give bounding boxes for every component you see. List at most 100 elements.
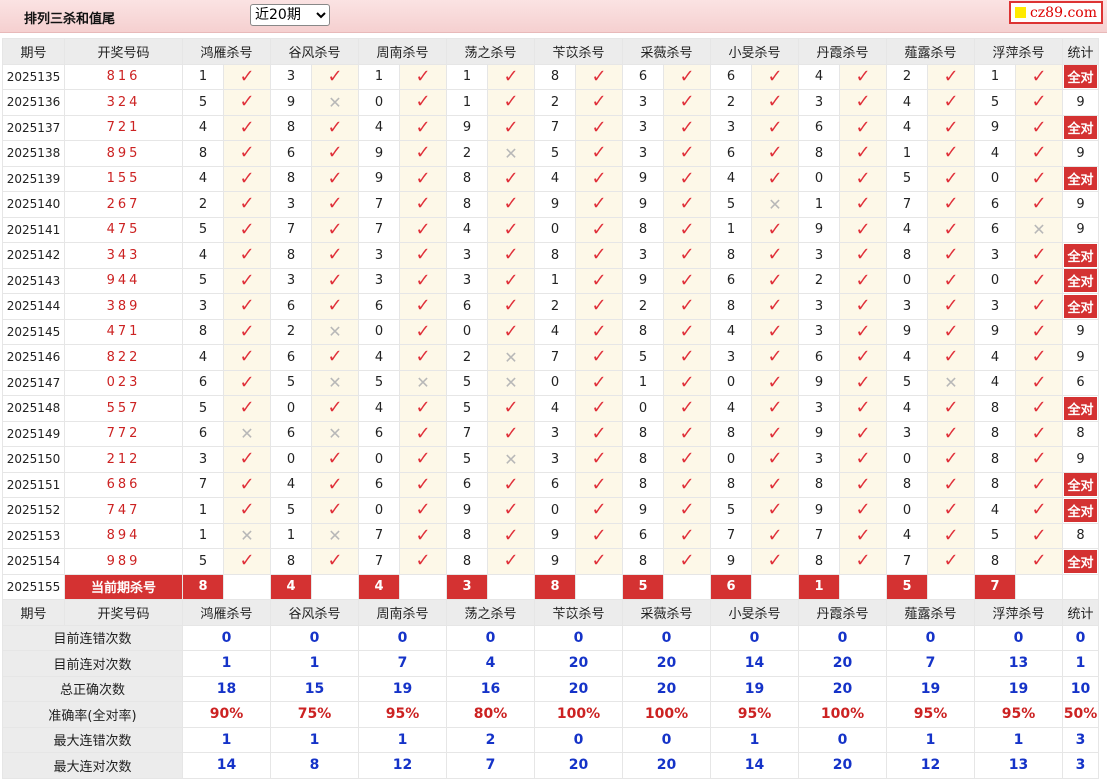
kill-number: 0 <box>886 267 928 294</box>
check-icon: ✓ <box>767 524 783 546</box>
stats-value: 16 <box>446 675 535 702</box>
check-icon: ✓ <box>767 448 783 470</box>
check-icon: ✓ <box>415 448 431 470</box>
correct-count: 6 <box>1076 375 1085 391</box>
stats-value: 100% <box>622 701 711 728</box>
check-icon: ✓ <box>1031 524 1047 546</box>
kill-number: 3 <box>446 267 488 294</box>
kill-number: 4 <box>446 216 488 243</box>
check-icon: ✓ <box>855 422 871 444</box>
draw-number: 944 <box>64 267 183 294</box>
draw-number: 772 <box>64 420 183 447</box>
check-icon: ✓ <box>855 320 871 342</box>
correct-mark: ✓ <box>663 522 711 549</box>
correct-mark: ✓ <box>1015 318 1063 345</box>
correct-mark: ✓ <box>487 471 535 498</box>
table-row: 2025142 343 4 ✓ 8 ✓ 3 ✓ 3 ✓ 8 ✓ 3 ✓ 8 ✓ 3 ✓ 8 ✓ 3 ✓ 全对 <box>2 242 1099 269</box>
check-icon: ✓ <box>415 295 431 317</box>
kill-number: 6 <box>622 63 664 90</box>
check-icon: ✓ <box>239 91 255 113</box>
issue-number: 2025149 <box>2 420 65 447</box>
correct-mark: ✓ <box>487 114 535 141</box>
table-row: 2025143 944 5 ✓ 3 ✓ 3 ✓ 3 ✓ 1 ✓ 9 ✓ 6 ✓ 2 ✓ 0 ✓ 0 ✓ 全对 <box>2 267 1099 294</box>
correct-mark: ✓ <box>751 395 799 422</box>
correct-mark: ✓ <box>311 216 359 243</box>
correct-mark: ✓ <box>487 63 535 90</box>
correct-mark: ✓ <box>1015 548 1063 575</box>
empty-cell <box>223 573 271 600</box>
stats-value: 1 <box>270 726 359 753</box>
check-icon: ✓ <box>591 295 607 317</box>
kill-number: 2 <box>710 89 752 116</box>
check-icon: ✓ <box>415 550 431 572</box>
correct-mark: ✓ <box>575 497 623 524</box>
correct-mark: ✓ <box>839 165 887 192</box>
column-header: 苄苡杀号 <box>534 599 623 626</box>
kill-number: 3 <box>710 114 752 141</box>
kill-number: 0 <box>446 318 488 345</box>
correct-mark: ✓ <box>663 548 711 575</box>
check-icon: ✓ <box>591 397 607 419</box>
check-icon: ✓ <box>679 91 695 113</box>
check-icon: ✓ <box>767 397 783 419</box>
kill-number: 0 <box>886 497 928 524</box>
correct-mark: ✓ <box>663 191 711 218</box>
stats-value: 0 <box>534 726 623 753</box>
check-icon: ✓ <box>591 269 607 291</box>
draw-number: 686 <box>64 471 183 498</box>
stats-value: 0 <box>358 624 447 651</box>
check-icon: ✓ <box>327 346 343 368</box>
correct-mark: ✓ <box>927 497 975 524</box>
column-header: 薤露杀号 <box>886 599 975 626</box>
correct-mark: ✓ <box>311 395 359 422</box>
row-stat: 全对 <box>1062 395 1099 422</box>
row-stat: 6 <box>1062 369 1099 396</box>
column-header: 浮萍杀号 <box>974 599 1063 626</box>
kill-number: 4 <box>710 395 752 422</box>
site-logo[interactable]: cz89.com <box>1008 1 1103 24</box>
correct-mark: ✓ <box>575 548 623 575</box>
kill-number: 7 <box>270 216 312 243</box>
kill-number: 6 <box>446 293 488 320</box>
kill-number: 5 <box>710 497 752 524</box>
correct-mark: ✓ <box>487 165 535 192</box>
correct-mark: ✓ <box>839 216 887 243</box>
column-header: 小旻杀号 <box>710 599 799 626</box>
table-row: 2025141 475 5 ✓ 7 ✓ 7 ✓ 4 ✓ 0 ✓ 8 ✓ 1 ✓ 9 ✓ 4 ✓ 6 ✕ 9 <box>2 216 1099 243</box>
correct-mark: ✓ <box>839 318 887 345</box>
check-icon: ✓ <box>1031 448 1047 470</box>
stats-value: 1 <box>974 726 1063 753</box>
period-select[interactable]: 近20期 <box>250 4 330 26</box>
check-icon: ✓ <box>855 346 871 368</box>
kill-number: 6 <box>534 471 576 498</box>
correct-mark: ✓ <box>751 242 799 269</box>
check-icon: ✓ <box>1031 499 1047 521</box>
column-header: 苄苡杀号 <box>534 38 623 65</box>
check-icon: ✓ <box>943 142 959 164</box>
all-correct-badge: 全对 <box>1064 498 1097 522</box>
correct-mark: ✓ <box>399 242 447 269</box>
kill-number: 9 <box>446 497 488 524</box>
correct-mark: ✓ <box>663 369 711 396</box>
correct-mark: ✓ <box>399 140 447 167</box>
correct-mark: ✓ <box>311 242 359 269</box>
kill-number: 7 <box>446 420 488 447</box>
check-icon: ✓ <box>767 295 783 317</box>
correct-count: 9 <box>1076 349 1085 365</box>
kill-number: 1 <box>270 522 312 549</box>
kill-number: 2 <box>446 344 488 371</box>
kill-number: 0 <box>270 395 312 422</box>
check-icon: ✓ <box>1031 193 1047 215</box>
check-icon: ✓ <box>415 422 431 444</box>
check-icon: ✓ <box>591 422 607 444</box>
check-icon: ✓ <box>855 550 871 572</box>
check-icon: ✓ <box>1031 91 1047 113</box>
table-row: 2025151 686 7 ✓ 4 ✓ 6 ✓ 6 ✓ 6 ✓ 8 ✓ 8 ✓ 8 ✓ 8 ✓ 8 ✓ 全对 <box>2 471 1099 498</box>
correct-mark: ✓ <box>663 471 711 498</box>
kill-number: 5 <box>974 89 1016 116</box>
correct-mark: ✓ <box>575 63 623 90</box>
check-icon: ✓ <box>855 524 871 546</box>
correct-mark: ✓ <box>839 63 887 90</box>
check-icon: ✓ <box>591 142 607 164</box>
correct-mark: ✓ <box>663 318 711 345</box>
